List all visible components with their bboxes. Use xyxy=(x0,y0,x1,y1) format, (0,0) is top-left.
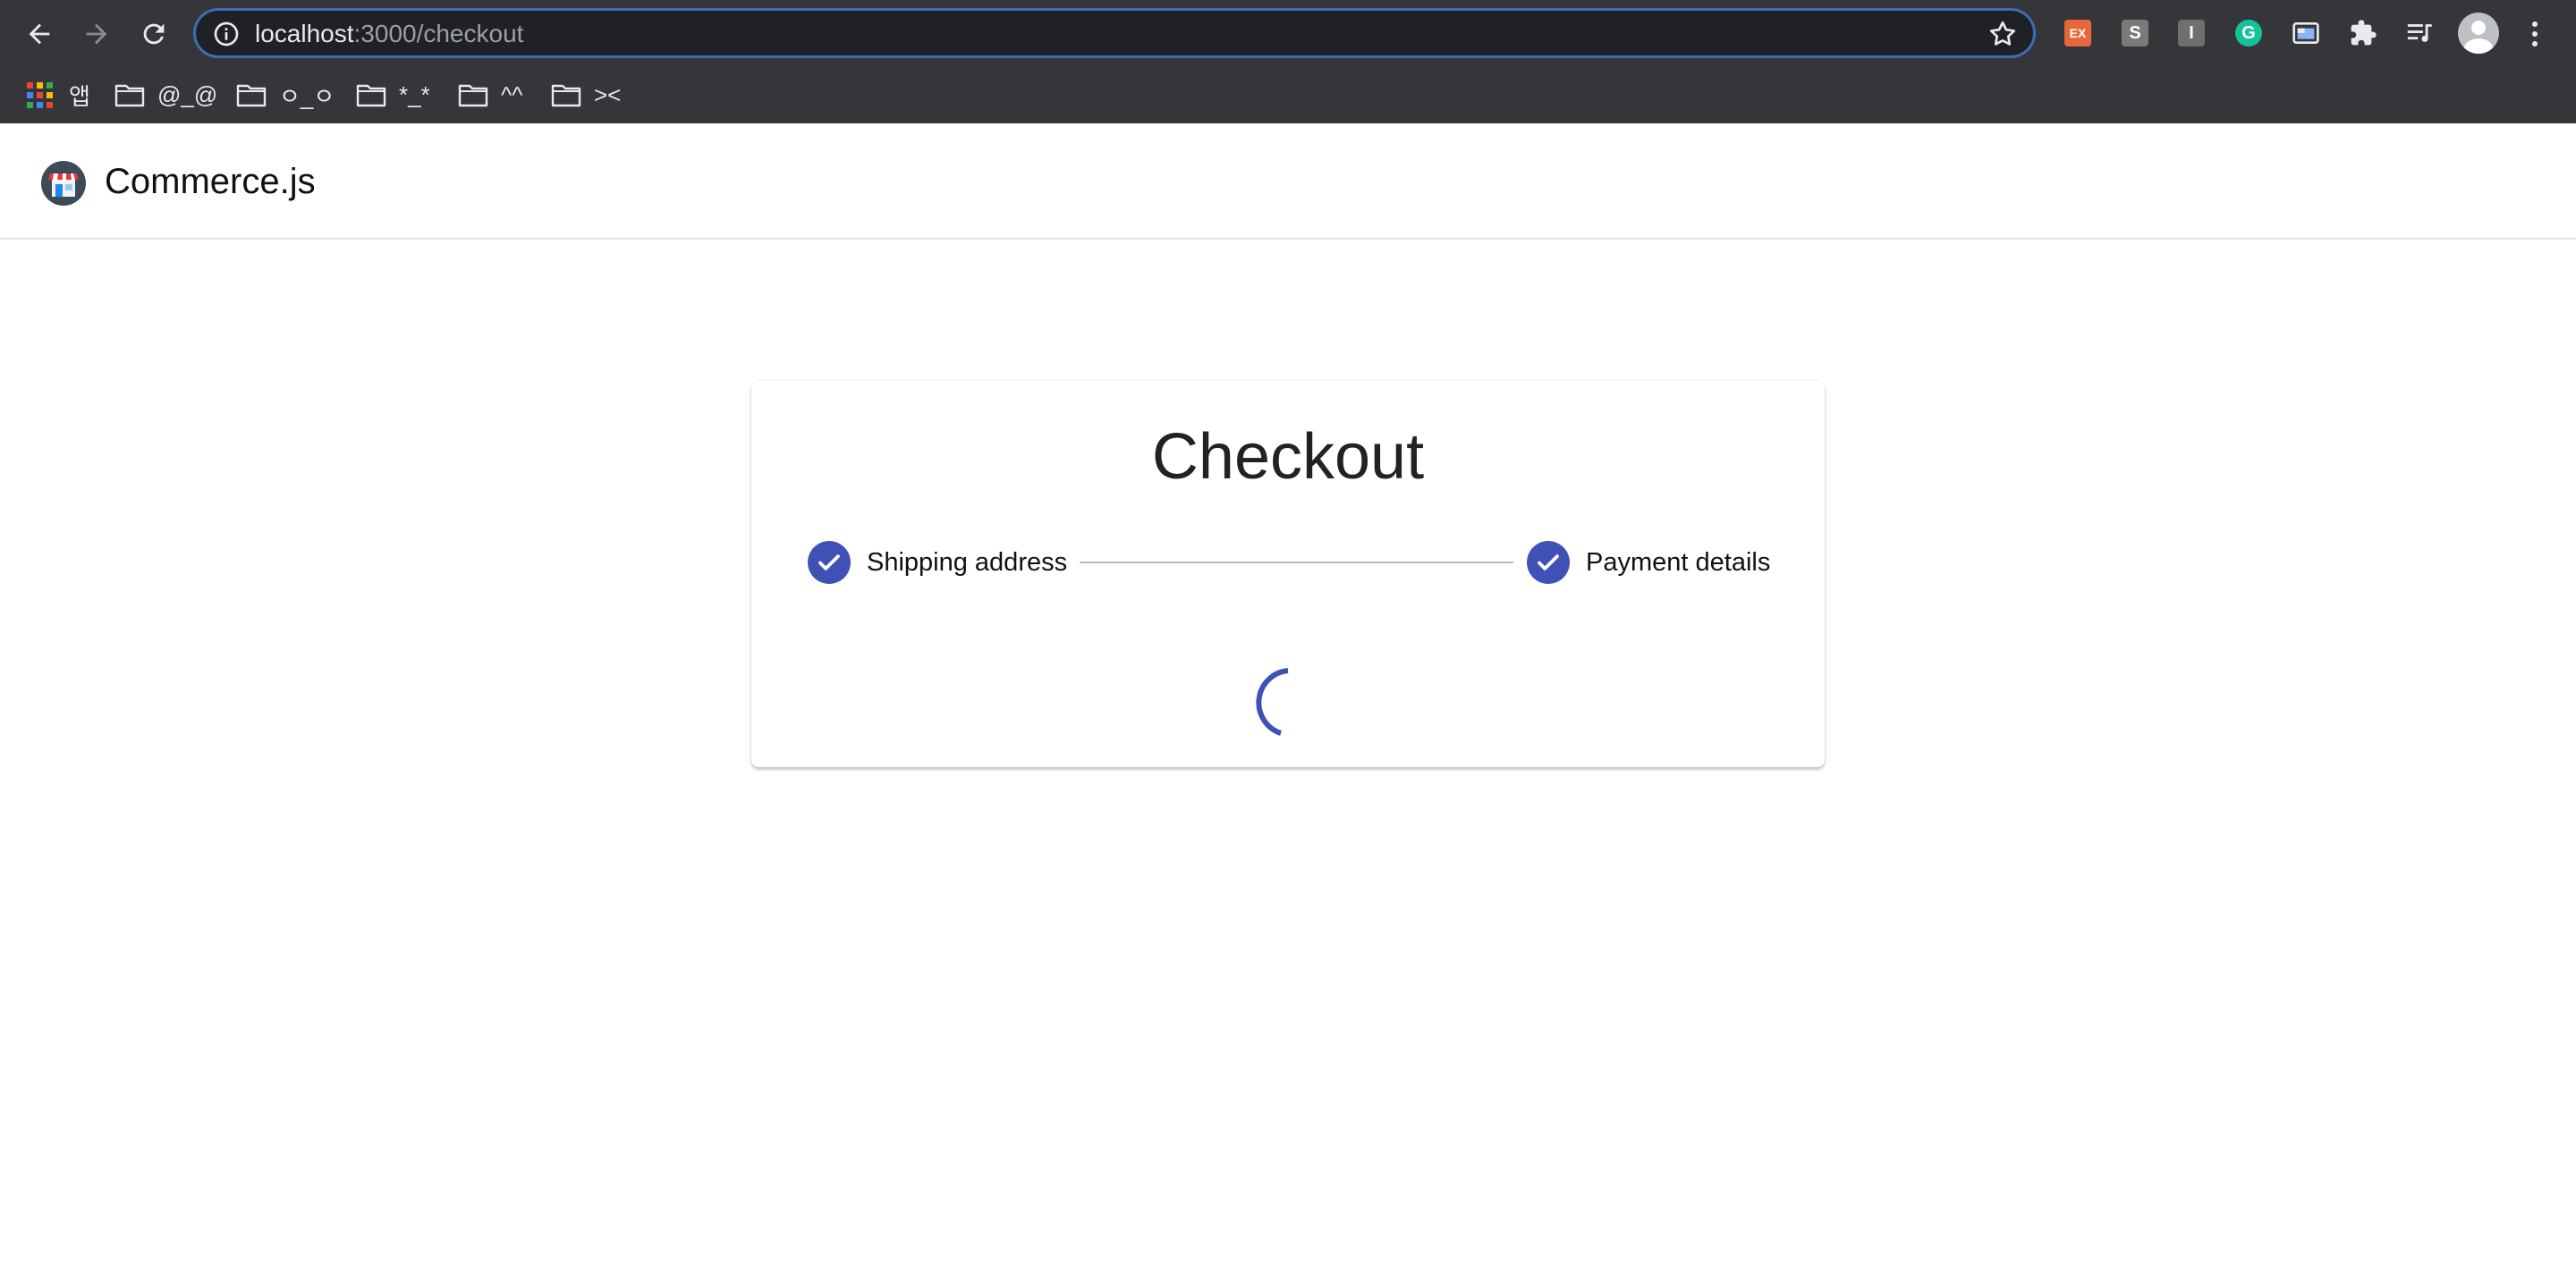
ex-extension-icon: EX xyxy=(2064,20,2091,46)
more-vert-icon[interactable] xyxy=(2524,16,2546,52)
reload-icon xyxy=(143,23,165,45)
extensions-button[interactable] xyxy=(2348,18,2378,48)
profile-avatar-button[interactable] xyxy=(2458,13,2499,54)
checkmark-icon xyxy=(818,554,840,570)
step-label: Payment details xyxy=(1586,547,1771,577)
media-controls-button[interactable] xyxy=(2405,18,2436,48)
bookmarks-bar: 앱 @_@ ㅇ_ㅇ *_* ^^ >< xyxy=(0,68,2576,123)
bookmark-label: >< xyxy=(594,80,622,108)
i-extension-icon: I xyxy=(2178,20,2205,46)
folder-icon xyxy=(458,84,488,107)
page-title: Checkout xyxy=(1151,421,1425,493)
step-shipping-address: Shipping address xyxy=(808,540,1067,585)
step-label: Shipping address xyxy=(867,547,1068,577)
bookmark-folder-5[interactable]: >< xyxy=(551,77,621,113)
bookmark-star-icon[interactable] xyxy=(1987,18,2019,50)
storefront-icon xyxy=(48,173,79,197)
apps-grid-icon xyxy=(27,81,53,108)
image-icon xyxy=(2292,22,2319,44)
app-header: Commerce.js xyxy=(0,123,2576,240)
ex-extension-button[interactable]: EX xyxy=(2063,18,2093,48)
forward-button[interactable] xyxy=(73,11,120,57)
s-extension-icon: S xyxy=(2122,20,2148,46)
bookmark-folder-1[interactable]: @_@ xyxy=(114,77,217,113)
info-icon[interactable] xyxy=(212,20,241,48)
bookmark-label: @_@ xyxy=(157,80,218,108)
reload-button[interactable] xyxy=(131,11,177,57)
puzzle-icon xyxy=(2351,20,2377,46)
address-bar[interactable]: localhost:3000/checkout xyxy=(193,8,2036,58)
step-connector xyxy=(1080,562,1513,563)
user-avatar-icon xyxy=(2464,21,2493,54)
store-logo-icon[interactable] xyxy=(41,161,86,206)
bookmark-label: 앱 xyxy=(69,82,90,110)
arrow-left-icon xyxy=(29,23,50,45)
playlist-music-icon xyxy=(2407,24,2432,42)
folder-icon xyxy=(236,84,267,107)
back-button[interactable] xyxy=(16,11,63,57)
bookmark-label: *_* xyxy=(399,80,430,108)
url-host: localhost xyxy=(255,20,354,47)
bookmark-folder-4[interactable]: ^^ xyxy=(458,77,522,113)
url-text[interactable]: localhost:3000/checkout xyxy=(255,21,523,47)
checkout-card: Checkout Shipping address Payment detail… xyxy=(751,381,1825,767)
bookmark-folder-2[interactable]: ㅇ_ㅇ xyxy=(236,77,335,113)
folder-icon xyxy=(114,84,145,107)
check-circle-icon xyxy=(808,541,851,584)
folder-icon xyxy=(551,84,581,107)
check-circle-icon xyxy=(1527,541,1570,584)
grammarly-extension-button[interactable]: G xyxy=(2233,18,2264,48)
browser-chrome: localhost:3000/checkout EX S I G 앱 @_@ ㅇ… xyxy=(0,0,2576,123)
image-extension-button[interactable] xyxy=(2291,18,2321,48)
bookmark-folder-3[interactable]: *_* xyxy=(356,77,430,113)
loading-spinner-icon xyxy=(1256,668,1289,736)
arrow-right-icon xyxy=(86,23,107,45)
bookmark-apps[interactable]: 앱 xyxy=(27,77,90,113)
grammarly-icon: G xyxy=(2235,20,2262,46)
brand-name[interactable]: Commerce.js xyxy=(105,159,316,204)
step-payment-details: Payment details xyxy=(1527,540,1770,585)
bookmark-label: ^^ xyxy=(501,80,523,108)
s-extension-button[interactable]: S xyxy=(2120,18,2150,48)
checkmark-icon xyxy=(1538,554,1559,570)
i-extension-button[interactable]: I xyxy=(2176,18,2207,48)
folder-icon xyxy=(356,84,386,107)
browser-toolbar: localhost:3000/checkout EX S I G xyxy=(0,0,2576,68)
url-path: :3000/checkout xyxy=(353,20,524,47)
bookmark-label: ㅇ_ㅇ xyxy=(279,82,335,110)
